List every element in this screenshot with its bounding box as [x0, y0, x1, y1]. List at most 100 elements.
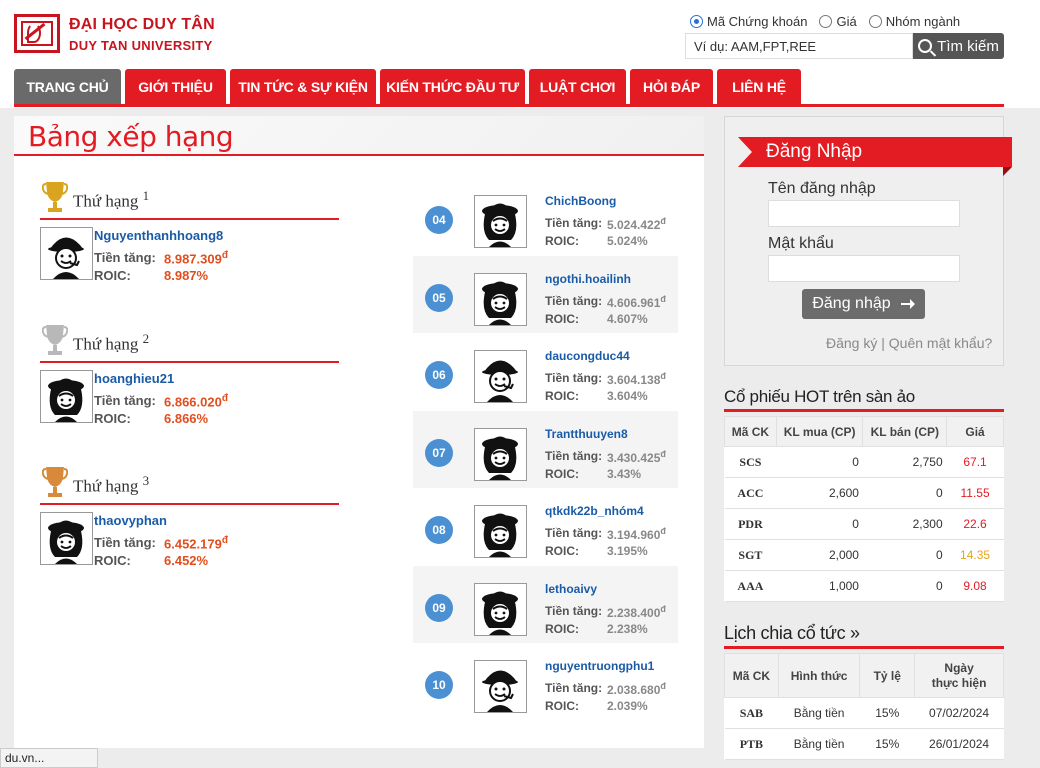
gain-value: 3.430.425đ	[607, 448, 666, 465]
login-banner-fold	[1003, 167, 1012, 176]
trophy-icon	[41, 325, 69, 355]
university-name-en[interactable]: DUY TAN UNIVERSITY	[69, 38, 213, 53]
username-link[interactable]: nguyentruongphu1	[545, 659, 654, 673]
trophy	[41, 323, 69, 362]
gain-value: 3.604.138đ	[607, 371, 666, 387]
username-link[interactable]: daucongduc44	[545, 349, 630, 363]
stock-code-link[interactable]: ACC	[724, 477, 777, 509]
gain-label: Tiền tăng:	[545, 293, 603, 308]
avatar[interactable]	[474, 195, 527, 248]
rank-badge: 06	[425, 361, 453, 389]
roic-label: ROIC:	[545, 234, 579, 248]
sell-volume: 0	[862, 570, 947, 602]
rank-heading: Thứ hạng 1	[73, 188, 150, 211]
gain-label: Tiền tăng:	[545, 448, 603, 463]
table-row[interactable]: SAB Bằng tiền 15% 07/02/2024	[724, 697, 1004, 729]
status-bar-url: du.vn...	[0, 748, 98, 768]
gain-label: Tiền tăng:	[545, 603, 603, 618]
dividend-form: Bằng tiền	[778, 728, 860, 760]
woman-avatar-icon	[482, 591, 518, 635]
rank-number: 1	[142, 188, 150, 203]
avatar[interactable]	[40, 512, 93, 565]
register-link[interactable]: Đăng ký	[826, 335, 877, 351]
price: 67.1	[946, 446, 1004, 478]
username-link[interactable]: lethoaivy	[545, 582, 597, 596]
radio-price[interactable]: Giá	[819, 12, 857, 30]
username-link[interactable]: ChichBoong	[545, 194, 616, 208]
radio-stock-code[interactable]: Mã Chứng khoán	[690, 12, 807, 30]
nav-contact[interactable]: LIÊN HỆ	[717, 69, 801, 104]
rank-underline	[40, 503, 339, 505]
roic-value: 3.604%	[607, 389, 648, 403]
username-link[interactable]: Trantthuuyen8	[545, 427, 628, 441]
table-row[interactable]: AAA 1,000 0 9.08	[724, 570, 1004, 602]
stock-code-link[interactable]: PDR	[724, 508, 777, 540]
table-row[interactable]: SCS 0 2,750 67.1	[724, 446, 1004, 478]
stock-code-link[interactable]: PTB	[724, 728, 779, 760]
username-field[interactable]	[768, 200, 960, 227]
trophy	[41, 180, 69, 219]
nav-about[interactable]: GIỚI THIỆU	[125, 69, 226, 104]
rank-badge: 08	[425, 516, 453, 544]
university-name-vi[interactable]: ĐẠI HỌC DUY TÂN	[69, 16, 215, 34]
avatar[interactable]	[474, 272, 527, 326]
gain-label: Tiền tăng:	[94, 535, 156, 550]
dividends-title[interactable]: Lịch chia cổ tức »	[724, 623, 860, 644]
avatar[interactable]	[474, 582, 527, 636]
avatar[interactable]	[474, 427, 527, 481]
arrow-right-icon	[900, 299, 915, 309]
nav-rules[interactable]: LUẬT CHƠI	[529, 69, 626, 104]
roic-value: 2.238%	[607, 621, 648, 636]
roic-value: 2.039%	[607, 699, 648, 713]
table-row[interactable]: PDR 0 2,300 22.6	[724, 508, 1004, 540]
table-row[interactable]: SGT 2,000 0 14.35	[724, 539, 1004, 571]
nav-knowledge[interactable]: KIẾN THỨC ĐẦU TƯ	[380, 69, 525, 104]
stock-code-link[interactable]: AAA	[724, 570, 777, 602]
hot-stocks-table: Mã CK KL mua (CP) KL bán (CP) Giá SCS 0 2,…	[724, 416, 1004, 602]
username-link[interactable]: thaovyphan	[94, 513, 167, 528]
stock-code-link[interactable]: SAB	[724, 697, 779, 729]
gain-value: 6.866.020đ	[164, 393, 228, 410]
table-row[interactable]: ACC 2,600 0 11.55	[724, 477, 1004, 509]
gain-label: Tiền tăng:	[545, 526, 603, 540]
trophy	[41, 465, 69, 504]
roic-label: ROIC:	[94, 268, 131, 283]
stock-code-link[interactable]: SCS	[724, 446, 777, 478]
execution-date: 26/01/2024	[914, 728, 1004, 760]
search-button[interactable]: Tìm kiếm	[913, 33, 1004, 59]
nav-news[interactable]: TIN TỨC & SỰ KIỆN	[230, 69, 376, 104]
avatar[interactable]	[474, 505, 527, 558]
price: 14.35	[946, 539, 1004, 571]
radio-sector[interactable]: Nhóm ngành	[868, 12, 960, 30]
table-row[interactable]: PTB Bằng tiền 15% 26/01/2024	[724, 728, 1004, 760]
avatar[interactable]	[40, 227, 93, 280]
stock-search-input[interactable]	[685, 33, 913, 59]
dividend-ratio: 15%	[859, 697, 915, 729]
nav-home[interactable]: TRANG CHỦ	[14, 69, 121, 104]
forgot-password-link[interactable]: Quên mật khẩu?	[889, 335, 993, 351]
username-link[interactable]: qtkdk22b_nhóm4	[545, 504, 644, 518]
gain-label: Tiền tăng:	[545, 216, 603, 230]
avatar[interactable]	[474, 350, 527, 403]
rank-badge: 09	[425, 593, 453, 622]
login-button[interactable]: Đăng nhập	[802, 289, 925, 319]
avatar[interactable]	[474, 660, 527, 713]
sell-volume: 2,750	[862, 446, 947, 478]
col-header: Tỷ lệ	[859, 653, 916, 698]
roic-value: 6.866%	[164, 411, 209, 426]
nav-faq[interactable]: HỎI ĐÁP	[630, 69, 713, 104]
username-link[interactable]: hoanghieu21	[94, 371, 174, 386]
roic-label: ROIC:	[545, 311, 579, 326]
stock-code-link[interactable]: SGT	[724, 539, 777, 571]
buy-volume: 2,000	[776, 539, 863, 571]
roic-label: ROIC:	[94, 553, 131, 568]
roic-value: 6.452%	[164, 553, 209, 568]
roic-value: 5.024%	[607, 234, 648, 248]
login-title: Đăng Nhập	[738, 137, 1012, 167]
username-link[interactable]: Nguyenthanhhoang8	[94, 228, 223, 243]
avatar[interactable]	[40, 370, 93, 423]
username-link[interactable]: ngothi.hoailinh	[545, 272, 631, 286]
university-logo[interactable]	[14, 14, 60, 53]
password-field[interactable]	[768, 255, 960, 282]
dividend-form: Bằng tiền	[778, 697, 860, 729]
